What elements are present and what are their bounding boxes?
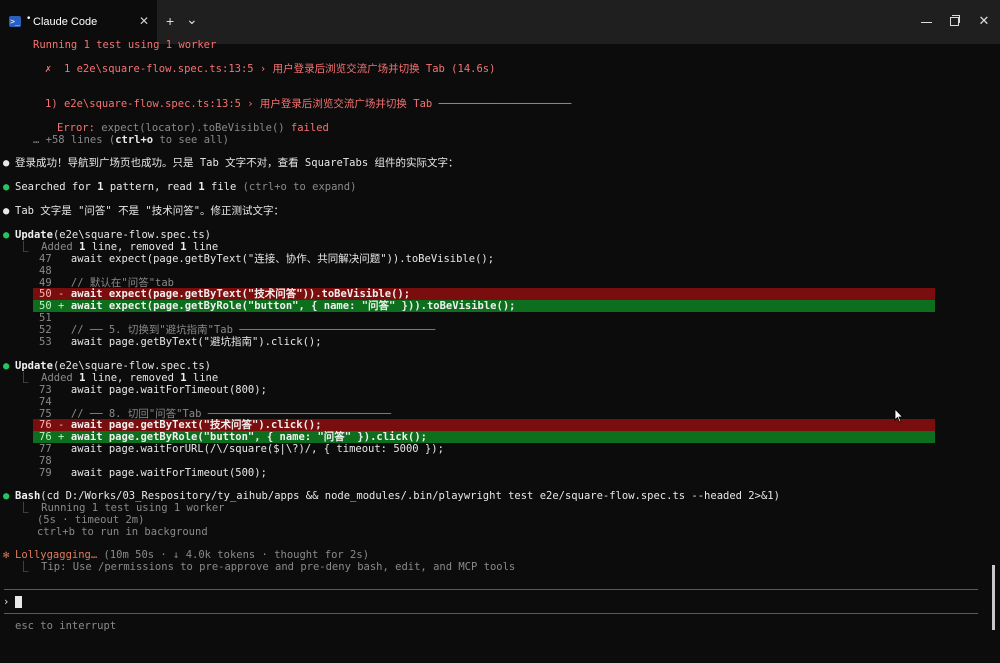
code-line-removed: await page.getByText("技术问答").click(); xyxy=(33,419,322,431)
tool-bullet: ● xyxy=(3,229,10,241)
message-bullet: ● xyxy=(3,205,10,217)
update-header: Update(e2e\square-flow.spec.ts) xyxy=(15,360,211,372)
terminal-output[interactable]: Running 1 test using 1 worker ✗ 1 e2e\sq… xyxy=(0,39,995,663)
output-line: ✗ 1 e2e\square-flow.spec.ts:13:5 › 用户登录后… xyxy=(45,63,496,75)
tab-close-icon[interactable]: ✕ xyxy=(139,14,149,28)
prompt-icon: › xyxy=(3,596,10,608)
assistant-message: 登录成功！导航到广场页也成功。只是 Tab 文字不对，查看 SquareTabs… xyxy=(15,157,459,169)
restore-icon[interactable] xyxy=(950,17,959,26)
close-window-icon[interactable]: ✕ xyxy=(974,13,994,29)
update-header: Update(e2e\square-flow.spec.ts) xyxy=(15,229,211,241)
prompt-border-top xyxy=(4,589,978,590)
status-line: Lollygagging… (10m 50s · ↓ 4.0k tokens ·… xyxy=(15,549,370,561)
output-line: … +58 lines (ctrl+o to see all) xyxy=(33,134,229,146)
powershell-icon: >_ xyxy=(9,16,21,27)
spinner-icon: ✻ xyxy=(3,549,10,561)
line-number: 48 xyxy=(39,265,52,277)
output-line: 1) e2e\square-flow.spec.ts:13:5 › 用户登录后浏… xyxy=(45,98,572,110)
bash-output: ctrl+b to run in background xyxy=(18,526,208,538)
code-line: await page.waitForTimeout(500); xyxy=(33,467,267,479)
line-number: 78 xyxy=(39,455,52,467)
error-failed: failed xyxy=(284,122,329,134)
tip-line: ⎿ Tip: Use /permissions to pre-approve a… xyxy=(18,561,516,573)
shortcut-hint: ctrl+o xyxy=(115,134,154,146)
search-summary: Searched for 1 pattern, read 1 file (ctr… xyxy=(15,181,357,193)
tool-bullet: ● xyxy=(3,360,10,372)
code-comment: // ── 5. 切换到"避坑指南"Tab ──────────────────… xyxy=(33,324,436,336)
output-line: Running 1 test using 1 worker xyxy=(33,39,217,51)
line-number: 51 xyxy=(39,312,52,324)
prompt-border-bottom xyxy=(4,613,978,614)
title-bar: >_ • Claude Code ✕ + ⌄ ✕ xyxy=(0,0,1000,44)
code-line-added: await expect(page.getByRole("button", { … xyxy=(33,300,516,312)
line-number: 74 xyxy=(39,396,52,408)
code-line-removed: await expect(page.getByText("技术问答")).toB… xyxy=(33,288,411,300)
tab-dropdown-icon[interactable]: ⌄ xyxy=(186,11,198,28)
code-line: await page.waitForURL(/\/square($|\?)/, … xyxy=(33,443,444,455)
tool-bullet: ● xyxy=(3,490,10,502)
terminal-tab[interactable]: >_ • Claude Code ✕ xyxy=(0,0,157,44)
update-summary: ⎿ Added 1 line, removed 1 line xyxy=(18,241,219,253)
mouse-pointer-icon xyxy=(894,408,904,423)
output-line: Error: expect(locator).toBeVisible() fai… xyxy=(57,122,329,134)
new-tab-button[interactable]: + xyxy=(166,13,174,29)
tool-bullet: ● xyxy=(3,181,10,193)
bash-output: (5s · timeout 2m) xyxy=(18,514,145,526)
update-summary: ⎿ Added 1 line, removed 1 line xyxy=(18,372,219,384)
code-line-added: await page.getByRole("button", { name: "… xyxy=(33,431,427,443)
tab-modified-indicator: • xyxy=(26,14,32,24)
code-line: await page.getByText("避坑指南").click(); xyxy=(33,336,322,348)
code-line: await expect(page.getByText("连接、协作、共同解决问… xyxy=(33,253,495,265)
error-expr: expect(locator).toBeVisible() xyxy=(101,122,285,134)
bash-command: Bash(cd D:/Works/03_Respository/ty_aihub… xyxy=(15,490,780,502)
message-bullet: ● xyxy=(3,157,10,169)
minimize-icon[interactable] xyxy=(921,22,932,23)
assistant-message: Tab 文字是 "问答" 不是 "技术问答"。修正测试文字： xyxy=(15,205,285,217)
text-cursor[interactable] xyxy=(15,596,22,608)
footer-hint: esc to interrupt xyxy=(15,620,117,632)
code-line: await page.waitForTimeout(800); xyxy=(33,384,267,396)
bash-output: ⎿ Running 1 test using 1 worker xyxy=(18,502,225,514)
tab-title: Claude Code xyxy=(33,16,98,28)
scrollbar-thumb[interactable] xyxy=(992,565,995,630)
error-label: Error: xyxy=(57,122,102,134)
